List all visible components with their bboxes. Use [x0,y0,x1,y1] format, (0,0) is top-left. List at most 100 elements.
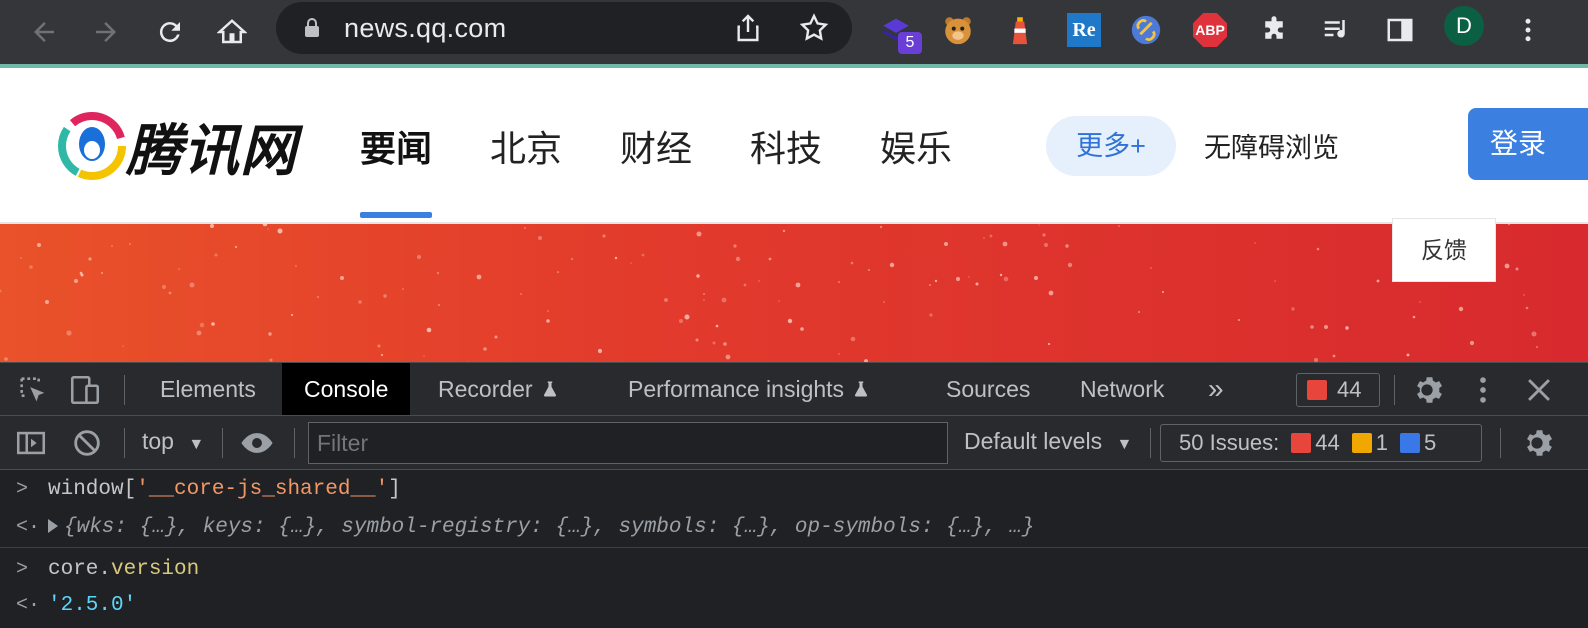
result-arrow-icon: <· [16,516,41,539]
experiment-flask-icon [854,381,868,397]
issues-info-count: 5 [1424,430,1437,455]
tab-sources[interactable]: Sources [926,363,1050,415]
more-tabs-button[interactable]: » [1198,363,1234,415]
more-button[interactable]: 更多+ [1046,116,1176,176]
error-x-icon [1291,433,1312,453]
device-toggle-icon[interactable] [68,373,102,407]
sparkle-decoration [0,224,1539,362]
expand-triangle-icon[interactable] [48,519,58,533]
back-button[interactable] [20,8,68,56]
error-counter-button[interactable]: 44 [1296,373,1380,407]
share-icon[interactable] [732,12,764,44]
result-arrow-icon: <· [16,594,41,617]
forward-button[interactable] [82,8,130,56]
experiment-flask-icon [543,381,556,397]
media-queue-icon[interactable] [1316,10,1356,50]
chrome-menu-icon[interactable] [1508,10,1548,50]
console-filter-input[interactable] [308,422,948,464]
nav-item-beijing[interactable]: 北京 [490,120,562,172]
login-button[interactable]: 登录 [1468,108,1588,180]
side-panel-icon[interactable] [1380,10,1420,50]
input-prompt-icon: > [16,478,29,501]
home-button[interactable] [208,8,256,56]
nav-item-tech[interactable]: 科技 [750,120,822,172]
home-icon [217,19,247,44]
settings-gear-icon[interactable] [1410,373,1444,407]
info-message-icon [1400,433,1421,453]
tencent-logo-icon[interactable] [58,112,126,180]
issues-error-count: 44 [1315,430,1340,455]
nav-item-entertainment[interactable]: 娱乐 [880,120,952,172]
console-output[interactable]: > window['__core-js_shared__'] <· {wks: … [0,470,1588,628]
console-settings-gear-icon[interactable] [1520,426,1554,460]
issues-counter-button[interactable]: 50 Issues: 44 1 5 [1160,424,1482,462]
bear-extension-icon[interactable] [938,10,978,50]
arrow-right-icon [96,22,116,42]
active-nav-underline [360,212,432,218]
dropdown-caret-icon: ▼ [1116,436,1133,453]
tab-performance-insights[interactable]: Performance insights [608,363,890,415]
tab-performance-label: Performance insights [628,376,845,402]
puzzle-extensions-icon[interactable] [1254,10,1294,50]
console-result-line[interactable]: <· {wks: {…}, keys: {…}, symbol-registry… [0,508,1588,548]
lock-icon [305,18,319,37]
code-string: '__core-js_shared__' [136,478,389,501]
link-extension-icon[interactable] [1126,10,1166,50]
tab-network[interactable]: Network [1060,363,1184,415]
code-token: ] [388,478,401,501]
dropdown-caret-icon: ▼ [188,436,205,453]
eye-icon[interactable] [240,426,274,460]
reload-icon [159,22,180,43]
console-input-line[interactable]: > core.version [0,550,1588,590]
filter-separator [222,428,223,458]
filter-separator [1500,428,1501,458]
profile-avatar[interactable]: D [1444,6,1484,46]
code-property: version [111,558,200,581]
hero-banner [0,224,1588,362]
reload-button[interactable] [146,8,194,56]
code-token: core. [48,558,112,581]
tab-elements[interactable]: Elements [140,363,276,415]
browser-toolbar: news.qq.com 5 Re ABP D [0,0,1588,64]
tab-console[interactable]: Console [282,363,411,415]
nav-item-news[interactable]: 要闻 [360,120,432,172]
bookmark-star-icon[interactable] [798,12,830,44]
console-result-line[interactable]: <· '2.5.0' [0,586,1588,626]
inspect-element-icon[interactable] [16,373,50,407]
feedback-button[interactable]: 反馈 [1392,218,1496,282]
url-text: news.qq.com [344,13,507,43]
console-input-line[interactable]: > window['__core-js_shared__'] [0,470,1588,510]
nav-item-finance[interactable]: 财经 [620,120,692,172]
tab-separator [124,375,125,405]
close-devtools-icon[interactable] [1522,373,1556,407]
adblock-plus-icon[interactable]: ABP [1190,10,1230,50]
issues-label: 50 Issues: [1179,430,1280,455]
re-extension-icon[interactable]: Re [1064,10,1104,50]
filter-separator [1150,428,1151,458]
filter-separator [294,428,295,458]
extension-badge: 5 [898,32,922,54]
clear-console-icon[interactable] [70,426,104,460]
result-value: '2.5.0' [48,594,137,617]
context-selector[interactable]: top ▼ [142,428,204,455]
context-value: top [142,428,174,454]
warning-icon [1351,433,1372,453]
site-logo-text[interactable]: 腾讯网 [126,106,297,187]
object-preview: {wks: {…}, keys: {…}, symbol-registry: {… [64,516,1035,539]
devtools-menu-icon[interactable] [1466,373,1500,407]
filter-separator [124,428,125,458]
lighthouse-extension-icon[interactable] [1000,10,1040,50]
input-prompt-icon: > [16,558,29,581]
sidebar-toggle-icon[interactable] [14,426,48,460]
issues-warning-count: 1 [1375,430,1389,455]
log-levels-dropdown[interactable]: Default levels ▼ [964,428,1132,455]
arrow-left-icon [34,22,54,42]
tab-recorder-label: Recorder [438,376,533,402]
accessibility-link[interactable]: 无障碍浏览 [1204,126,1339,165]
tab-recorder[interactable]: Recorder [418,363,579,415]
error-x-icon [1307,380,1327,400]
error-count: 44 [1337,377,1362,402]
log-levels-value: Default levels [964,428,1103,454]
address-bar[interactable]: news.qq.com [276,2,852,54]
tab-separator [1394,375,1395,405]
